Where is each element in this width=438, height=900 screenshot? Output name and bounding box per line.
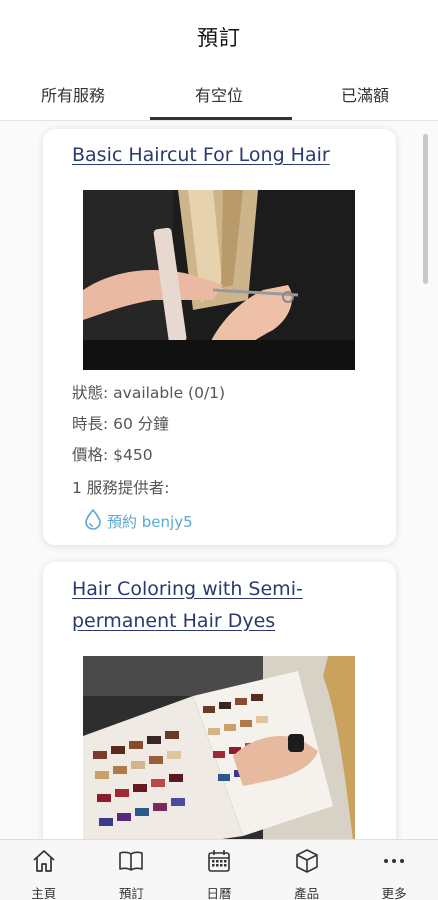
service-title-link[interactable]: Basic Haircut For Long Hair xyxy=(72,139,378,171)
tab-bar: 所有服務 有空位 已滿額 xyxy=(0,70,438,120)
book-provider-link[interactable]: 預約 benjy5 xyxy=(83,508,193,534)
nav-calendar[interactable]: 日曆 xyxy=(175,840,263,900)
service-title-link[interactable]: Hair Coloring with Semi-permanent Hair D… xyxy=(72,573,378,637)
service-card: Basic Haircut For Long Hair 狀態: availabl… xyxy=(43,129,396,545)
calendar-icon xyxy=(205,847,233,879)
nav-more-label: 更多 xyxy=(381,886,407,900)
nav-more[interactable]: 更多 xyxy=(350,840,438,900)
nav-bookings-label: 預訂 xyxy=(118,886,144,900)
hair-color-swatch-photo xyxy=(83,656,355,839)
home-icon xyxy=(30,847,58,879)
nav-calendar-label: 日曆 xyxy=(206,886,232,900)
nav-bookings[interactable]: 預訂 xyxy=(88,840,176,900)
book-icon xyxy=(117,847,145,879)
tab-full[interactable]: 已滿額 xyxy=(292,70,438,120)
scrollbar[interactable] xyxy=(423,134,428,284)
service-card: Hair Coloring with Semi-permanent Hair D… xyxy=(43,562,396,839)
drop-icon xyxy=(83,508,103,534)
nav-products-label: 產品 xyxy=(294,886,320,900)
tab-all-services[interactable]: 所有服務 xyxy=(0,70,146,120)
nav-home[interactable]: 主頁 xyxy=(0,840,88,900)
more-icon xyxy=(380,847,408,879)
duration-text: 時長: 60 分鐘 xyxy=(72,415,169,433)
nav-products[interactable]: 產品 xyxy=(263,840,351,900)
nav-home-label: 主頁 xyxy=(31,886,57,900)
bottom-nav: 主頁 預訂 日曆 產品 更多 xyxy=(0,839,438,900)
providers-text: 1 服務提供者: xyxy=(72,479,170,497)
page-title: 預訂 xyxy=(197,26,241,50)
service-list[interactable]: Basic Haircut For Long Hair 狀態: availabl… xyxy=(0,121,438,839)
price-text: 價格: $450 xyxy=(72,446,153,464)
app-header: 預訂 xyxy=(0,0,438,70)
tab-available[interactable]: 有空位 xyxy=(146,70,292,120)
box-icon xyxy=(293,847,321,879)
book-provider-label: 預約 benjy5 xyxy=(107,512,193,531)
status-text: 狀態: available (0/1) xyxy=(72,384,226,402)
haircut-photo xyxy=(83,190,355,370)
